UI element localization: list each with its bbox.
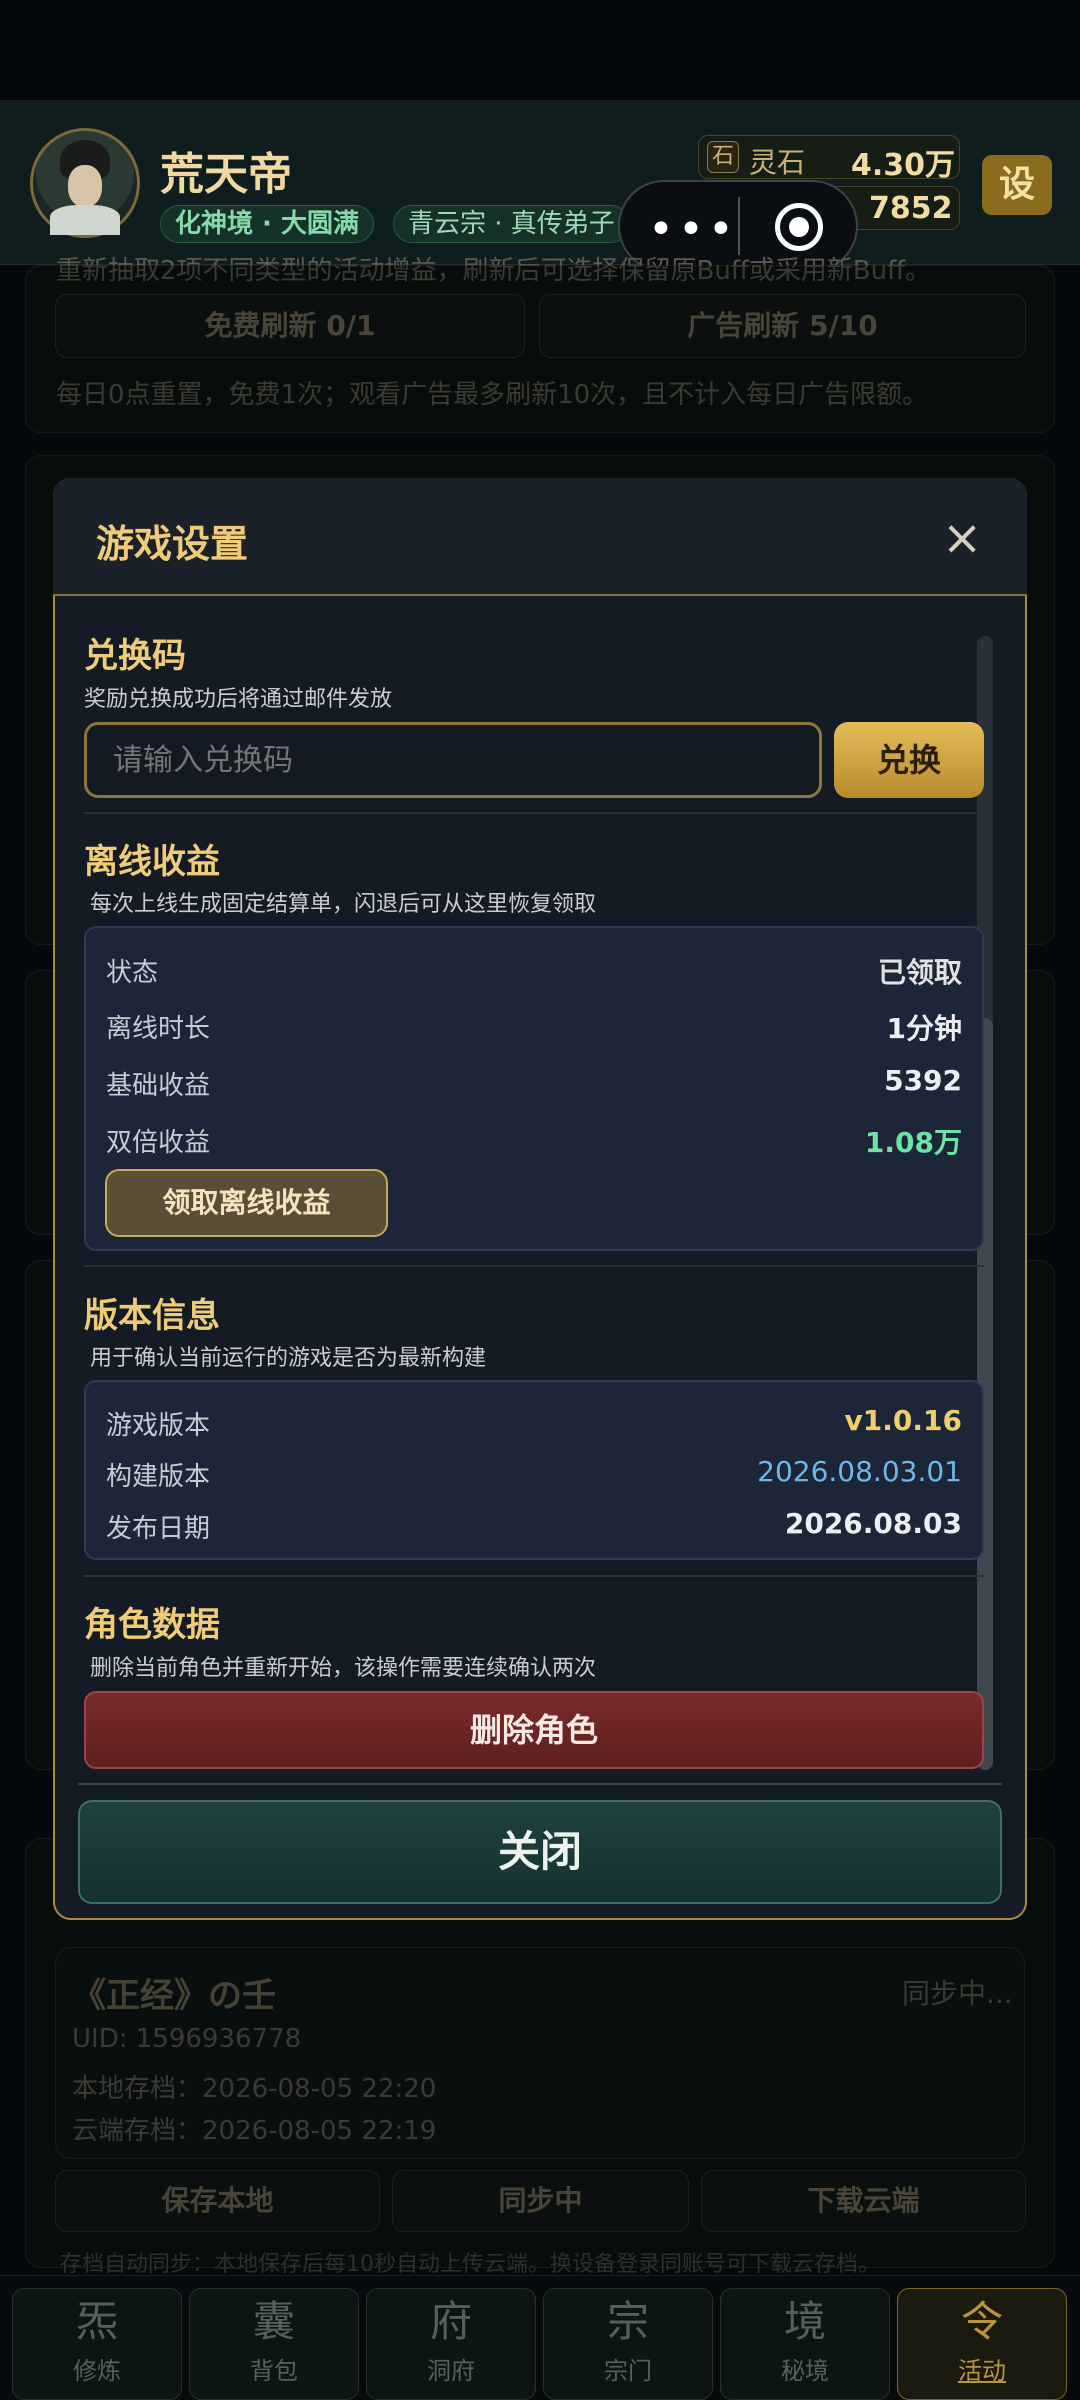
offline-duration-value: 1分钟 — [886, 1012, 962, 1045]
release-date-value: 2026.08.03 — [784, 1507, 962, 1540]
game-version-value: v1.0.16 — [844, 1404, 962, 1437]
close-modal-button[interactable]: 关闭 — [78, 1800, 1002, 1904]
more-icon[interactable]: ••• — [648, 204, 738, 255]
nav-cave[interactable]: 府 洞府 — [366, 2288, 536, 2400]
base-income-value: 5392 — [884, 1064, 962, 1097]
double-income-label: 双倍收益 — [106, 1128, 211, 1158]
modal-title: 游戏设置 — [96, 522, 249, 566]
nav-label: 秘境 — [781, 2357, 829, 2385]
divider — [84, 1265, 984, 1267]
release-date-label: 发布日期 — [106, 1514, 211, 1544]
avatar-robe — [50, 205, 120, 235]
game-version-label: 游戏版本 — [106, 1411, 211, 1441]
nav-sect[interactable]: 宗 宗门 — [543, 2288, 713, 2400]
resource-value: 7852 — [869, 191, 953, 226]
nav-label: 洞府 — [427, 2357, 475, 2385]
double-income-value: 1.08万 — [864, 1126, 962, 1159]
cave-icon: 府 — [429, 2297, 472, 2346]
nav-label: 宗门 — [604, 2357, 652, 2385]
nav-secret-realm[interactable]: 境 秘境 — [720, 2288, 890, 2400]
status-bar — [0, 0, 1080, 100]
redeem-button[interactable]: 兑换 — [834, 722, 984, 798]
offline-title: 离线收益 — [84, 842, 220, 882]
realm-badge: 化神境 · 大圆满 — [160, 205, 374, 243]
character-title: 角色数据 — [84, 1605, 220, 1645]
nav-label: 活动 — [958, 2357, 1006, 2385]
character-desc: 删除当前角色并重新开始，该操作需要连续确认两次 — [90, 1656, 597, 1681]
offline-status-value: 已领取 — [877, 956, 962, 989]
secret-realm-icon: 境 — [783, 2297, 826, 2346]
player-name: 荒天帝 — [160, 149, 292, 200]
resource-value: 4.30万 — [851, 148, 956, 183]
version-desc: 用于确认当前运行的游戏是否为最新构建 — [90, 1346, 487, 1371]
divider — [84, 812, 984, 814]
delete-character-button[interactable]: 删除角色 — [84, 1691, 984, 1769]
cultivate-icon: 炁 — [75, 2297, 118, 2346]
nav-label: 背包 — [250, 2357, 298, 2385]
offline-duration-label: 离线时长 — [106, 1014, 211, 1044]
offline-desc: 每次上线生成固定结算单，闪退后可从这里恢复领取 — [90, 892, 597, 917]
nav-events[interactable]: 令 活动 — [897, 2288, 1067, 2400]
sect-icon: 宗 — [606, 2297, 649, 2346]
base-income-label: 基础收益 — [106, 1071, 211, 1101]
redeem-title: 兑换码 — [84, 636, 186, 676]
redeem-desc: 奖励兑换成功后将通过邮件发放 — [84, 687, 393, 712]
resource-spirit-stone: 石 灵石 4.30万 — [698, 135, 960, 183]
avatar-face — [68, 165, 102, 207]
sect-badge: 青云宗 · 真传弟子 — [393, 205, 630, 243]
capsule-divider — [738, 197, 740, 255]
events-icon: 令 — [960, 2297, 1003, 2346]
divider — [78, 1783, 1002, 1785]
nav-backpack[interactable]: 囊 背包 — [189, 2288, 359, 2400]
backpack-icon: 囊 — [252, 2297, 295, 2346]
divider — [84, 1575, 984, 1577]
redeem-code-input[interactable] — [84, 722, 822, 798]
settings-button[interactable]: 设 — [982, 155, 1052, 215]
build-version-label: 构建版本 — [106, 1462, 211, 1492]
build-version-value: 2026.08.03.01 — [757, 1455, 962, 1488]
spirit-stone-icon: 石 — [707, 141, 739, 173]
close-icon[interactable]: × — [942, 508, 982, 568]
resource-label: 灵石 — [749, 146, 806, 179]
exit-icon-dot — [789, 217, 809, 237]
nav-cultivate[interactable]: 炁 修炼 — [12, 2288, 182, 2400]
version-title: 版本信息 — [84, 1296, 220, 1336]
nav-label: 修炼 — [73, 2357, 121, 2385]
claim-offline-button[interactable]: 领取离线收益 — [105, 1169, 388, 1237]
offline-status-label: 状态 — [106, 958, 159, 988]
